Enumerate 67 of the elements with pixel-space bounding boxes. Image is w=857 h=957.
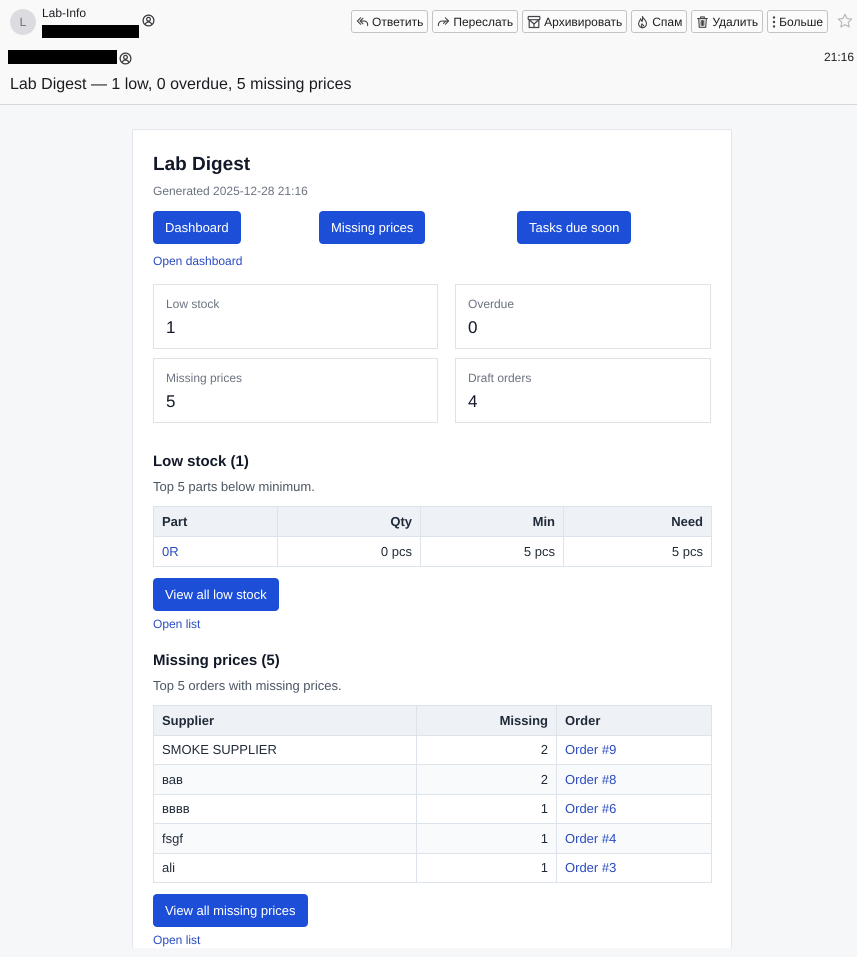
nav-button[interactable]: Missing prices — [319, 211, 426, 244]
table-cell: 0 pcs — [278, 536, 420, 566]
more-icon — [772, 14, 776, 28]
generated-date: Generated 2025-12-28 21:16 — [153, 183, 308, 199]
table-cell: 2 — [416, 735, 556, 764]
stat-label: Missing prices — [166, 370, 242, 386]
table-link[interactable]: Order #8 — [565, 772, 616, 787]
reply-icon — [356, 15, 370, 28]
forward-icon — [437, 15, 450, 28]
person-circle-icon — [119, 52, 132, 64]
column-header: Missing — [416, 705, 556, 735]
nav-button[interactable]: Dashboard — [153, 211, 241, 244]
stat-label: Draft orders — [468, 370, 532, 386]
column-header: Part — [154, 506, 278, 536]
message-time: 21:16 — [824, 50, 854, 64]
more-button[interactable]: Больше — [767, 10, 828, 33]
stat-label: Overdue — [468, 296, 514, 312]
section-description: Top 5 orders with missing prices. — [153, 676, 342, 694]
table-link[interactable]: Order #9 — [565, 742, 616, 758]
reply-button[interactable]: Ответить — [351, 10, 428, 33]
archive-button[interactable]: Архивировать — [522, 10, 628, 33]
sender-name: Lab-Info — [42, 6, 86, 20]
table-cell: 5 pcs — [564, 536, 712, 566]
nav-button[interactable]: Tasks due soon — [517, 211, 632, 244]
table-link[interactable]: Order #6 — [565, 801, 616, 816]
column-header: Supplier — [154, 705, 416, 735]
table-cell: вввв — [154, 794, 416, 824]
stat-value: 4 — [468, 391, 478, 413]
table-link[interactable]: Order #4 — [565, 830, 616, 846]
table-cell: вав — [154, 764, 416, 794]
table-cell: 1 — [416, 794, 556, 824]
star-icon[interactable] — [837, 13, 853, 29]
section-description: Top 5 parts below minimum. — [153, 478, 315, 496]
spam-button[interactable]: Спам — [631, 10, 688, 33]
table-cell: ali — [154, 853, 416, 882]
section-heading: Missing prices (5) — [153, 650, 280, 670]
open-list-link[interactable]: Open list — [153, 616, 200, 632]
person-circle-icon — [142, 14, 155, 27]
column-header: Need — [564, 506, 712, 536]
column-header: Min — [420, 506, 564, 536]
view-all-button[interactable]: View all low stock — [153, 578, 279, 610]
table-cell: 1 — [416, 853, 556, 882]
table-cell: 2 — [416, 764, 556, 794]
open-list-link[interactable]: Open list — [153, 932, 200, 948]
table-cell: 5 pcs — [420, 536, 564, 566]
section-heading: Low stock (1) — [153, 452, 249, 472]
forward-button[interactable]: Переслать — [432, 10, 518, 33]
delete-button[interactable]: Удалить — [691, 10, 764, 33]
open-dashboard-link[interactable]: Open dashboard — [153, 253, 242, 269]
avatar: L — [10, 9, 36, 35]
table-link[interactable]: Order #3 — [565, 860, 616, 876]
table-cell: fsgf — [154, 824, 416, 853]
stat-value: 5 — [166, 391, 176, 413]
column-header: Order — [556, 705, 712, 735]
table-cell: SMOKE SUPPLIER — [154, 735, 416, 764]
table-link[interactable]: 0R — [162, 544, 179, 559]
view-all-button[interactable]: View all missing prices — [153, 894, 308, 927]
column-header: Qty — [278, 506, 420, 536]
stat-value: 1 — [166, 317, 176, 339]
box-icon — [527, 14, 542, 28]
message-subject: Lab Digest — 1 low, 0 overdue, 5 missing prices — [10, 75, 352, 95]
table-cell: 1 — [416, 824, 556, 853]
stat-value: 0 — [468, 317, 478, 339]
flame-icon — [636, 14, 650, 28]
stat-label: Low stock — [166, 296, 220, 312]
trash-icon — [696, 14, 710, 28]
digest-title: Lab Digest — [153, 153, 250, 177]
